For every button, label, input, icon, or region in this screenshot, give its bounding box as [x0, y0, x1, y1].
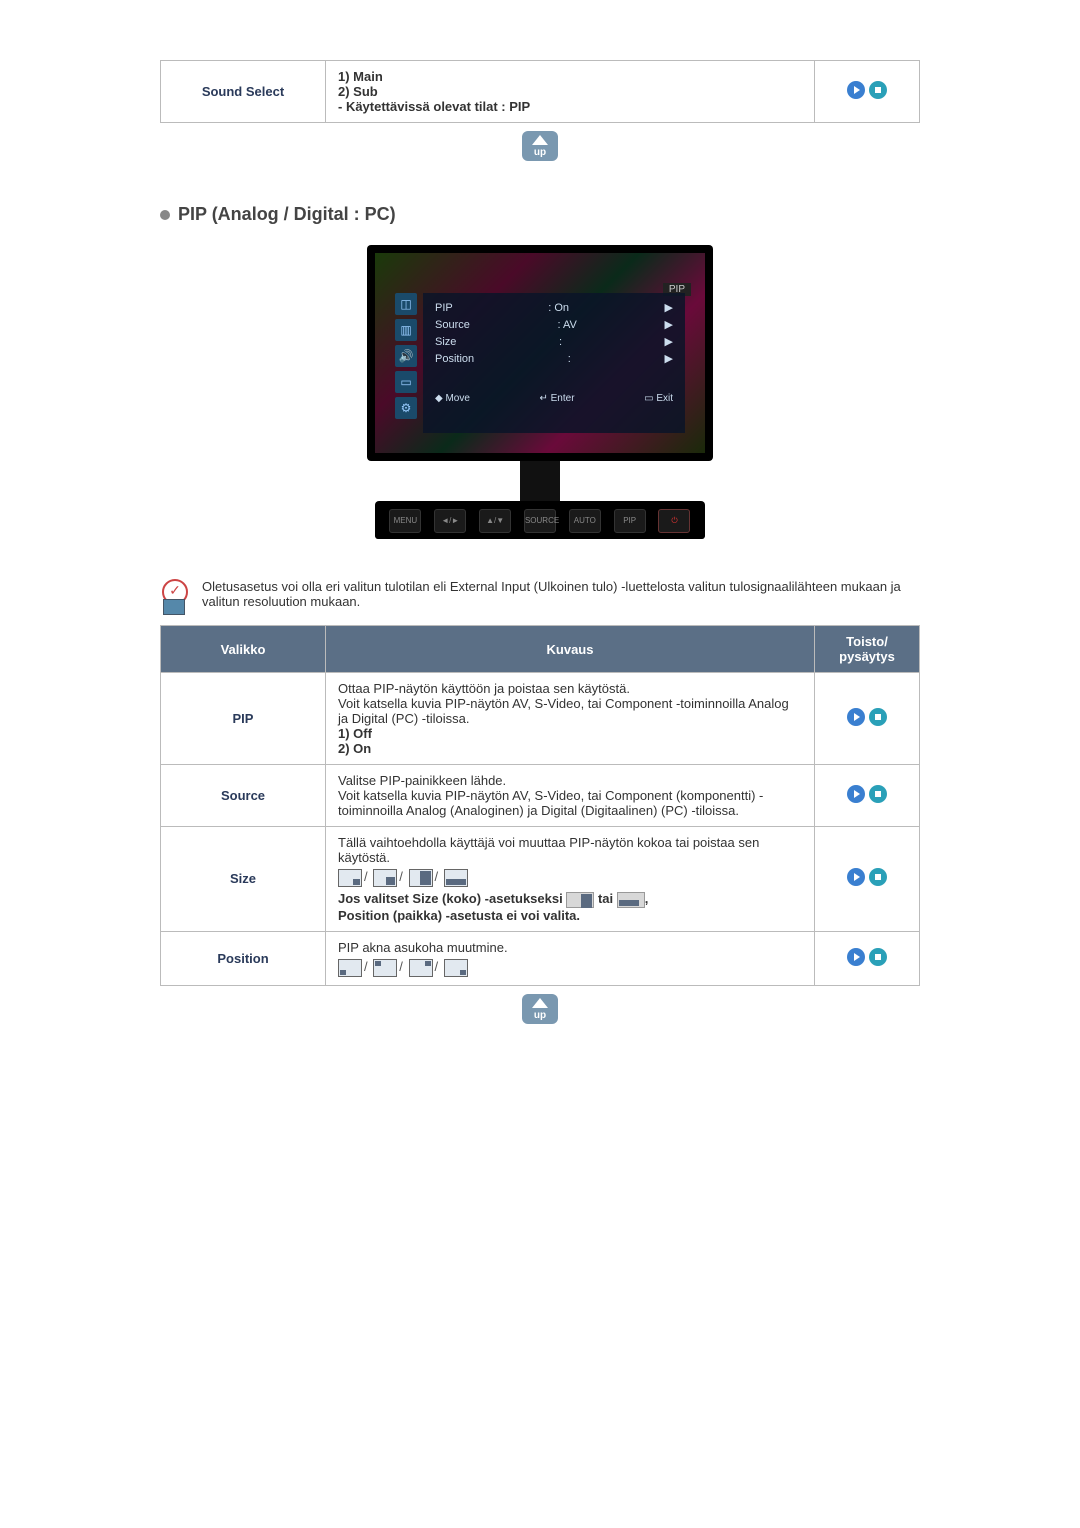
soundselect-opt2: 2) Sub	[338, 84, 802, 99]
section-title-text: PIP (Analog / Digital : PC)	[178, 204, 396, 225]
btn-auto[interactable]: AUTO	[569, 509, 601, 533]
pip-table: Valikko Kuvaus Toisto/pysäytys PIP Ottaa…	[160, 625, 920, 986]
th-kuvaus: Kuvaus	[326, 626, 815, 673]
btn-leftright[interactable]: ◄/►	[434, 509, 466, 533]
pos-opt4-icon	[444, 959, 468, 977]
up-link-2[interactable]	[160, 994, 920, 1027]
osd-r3-val: :	[559, 336, 562, 348]
osd-arrow-icon: ▶	[665, 352, 673, 365]
osd-r2-label: Source	[435, 319, 470, 331]
soundselect-desc: 1) Main 2) Sub - Käytettävissä olevat ti…	[326, 61, 815, 123]
row-pip-desc: Ottaa PIP-näytön käyttöön ja poistaa sen…	[326, 673, 815, 765]
osd-foot-exit: ▭ Exit	[644, 393, 673, 404]
size-wide2-icon	[617, 892, 645, 908]
row-position-desc: PIP akna asukoha muutmine. / / /	[326, 931, 815, 985]
th-toisto: Toisto/pysäytys	[815, 626, 920, 673]
row-pip-label: PIP	[161, 673, 326, 765]
stop-icon[interactable]	[869, 81, 887, 99]
pos-opt1-icon	[338, 959, 362, 977]
monitor-illustration: PIP ◫ ▥ 🔊 ▭ ⚙ PIP : On ▶ Source : AV ▶ Size:…	[160, 245, 920, 539]
play-icon[interactable]	[847, 948, 865, 966]
btn-pip[interactable]: PIP	[614, 509, 646, 533]
btn-power[interactable]: ⏻	[658, 509, 690, 533]
play-icon[interactable]	[847, 708, 865, 726]
osd-r1-label: PIP	[435, 302, 453, 314]
soundselect-label: Sound Select	[161, 61, 326, 123]
row-position-ctrl	[815, 931, 920, 985]
up-arrow-icon	[522, 994, 558, 1024]
th-valikko: Valikko	[161, 626, 326, 673]
osd-icon-setup: ▭	[395, 371, 417, 393]
play-icon[interactable]	[847, 81, 865, 99]
soundselect-ctrl	[815, 61, 920, 123]
soundselect-modes: - Käytettävissä olevat tilat : PIP	[338, 99, 802, 114]
stop-icon[interactable]	[869, 785, 887, 803]
btn-menu[interactable]: MENU	[389, 509, 421, 533]
size-wide1-icon	[566, 892, 594, 908]
stop-icon[interactable]	[869, 948, 887, 966]
osd-icon-sound: 🔊	[395, 345, 417, 367]
stop-icon[interactable]	[869, 868, 887, 886]
row-size-desc: Tällä vaihtoehdolla käyttäjä voi muuttaa…	[326, 827, 815, 932]
osd-arrow-icon: ▶	[665, 301, 673, 314]
size-opt4-icon	[444, 869, 468, 887]
osd-arrow-icon: ▶	[665, 335, 673, 348]
play-icon[interactable]	[847, 868, 865, 886]
pos-opt2-icon	[373, 959, 397, 977]
osd-foot-enter: ↵ Enter	[539, 393, 574, 404]
osd-icon-pip: ▥	[395, 319, 417, 341]
osd-r4-label: Position	[435, 353, 474, 365]
note-row: ✓ Oletusasetus voi olla eri valitun tulo…	[160, 579, 920, 615]
osd-r1-val: : On	[548, 302, 569, 314]
osd-r3-label: Size	[435, 336, 456, 348]
play-icon[interactable]	[847, 785, 865, 803]
note-icon: ✓	[160, 579, 188, 615]
note-text: Oletusasetus voi olla eri valitun tuloti…	[202, 579, 920, 609]
stop-icon[interactable]	[869, 708, 887, 726]
osd-icon-gear: ⚙	[395, 397, 417, 419]
monitor-button-bar: MENU ◄/► ▲/▼ SOURCE AUTO PIP ⏻	[375, 503, 705, 539]
osd-foot-move: ◆ Move	[435, 393, 470, 404]
osd-r2-val: : AV	[558, 319, 577, 331]
row-pip-ctrl	[815, 673, 920, 765]
size-opt1-icon	[338, 869, 362, 887]
pos-opt3-icon	[409, 959, 433, 977]
bullet-icon	[160, 210, 170, 220]
row-size-label: Size	[161, 827, 326, 932]
row-position-label: Position	[161, 931, 326, 985]
up-link-1[interactable]	[160, 131, 920, 164]
up-arrow-icon	[522, 131, 558, 161]
osd-icon-picture: ◫	[395, 293, 417, 315]
size-opt2-icon	[373, 869, 397, 887]
soundselect-table: Sound Select 1) Main 2) Sub - Käytettävi…	[160, 60, 920, 123]
row-source-desc: Valitse PIP-painikkeen lähde. Voit katse…	[326, 765, 815, 827]
btn-updown[interactable]: ▲/▼	[479, 509, 511, 533]
row-source-ctrl	[815, 765, 920, 827]
osd-r4-val: :	[568, 353, 571, 365]
osd-arrow-icon: ▶	[665, 318, 673, 331]
btn-source[interactable]: SOURCE	[524, 509, 556, 533]
size-opt3-icon	[409, 869, 433, 887]
section-title: PIP (Analog / Digital : PC)	[160, 204, 920, 225]
row-source-label: Source	[161, 765, 326, 827]
soundselect-opt1: 1) Main	[338, 69, 802, 84]
row-size-ctrl	[815, 827, 920, 932]
